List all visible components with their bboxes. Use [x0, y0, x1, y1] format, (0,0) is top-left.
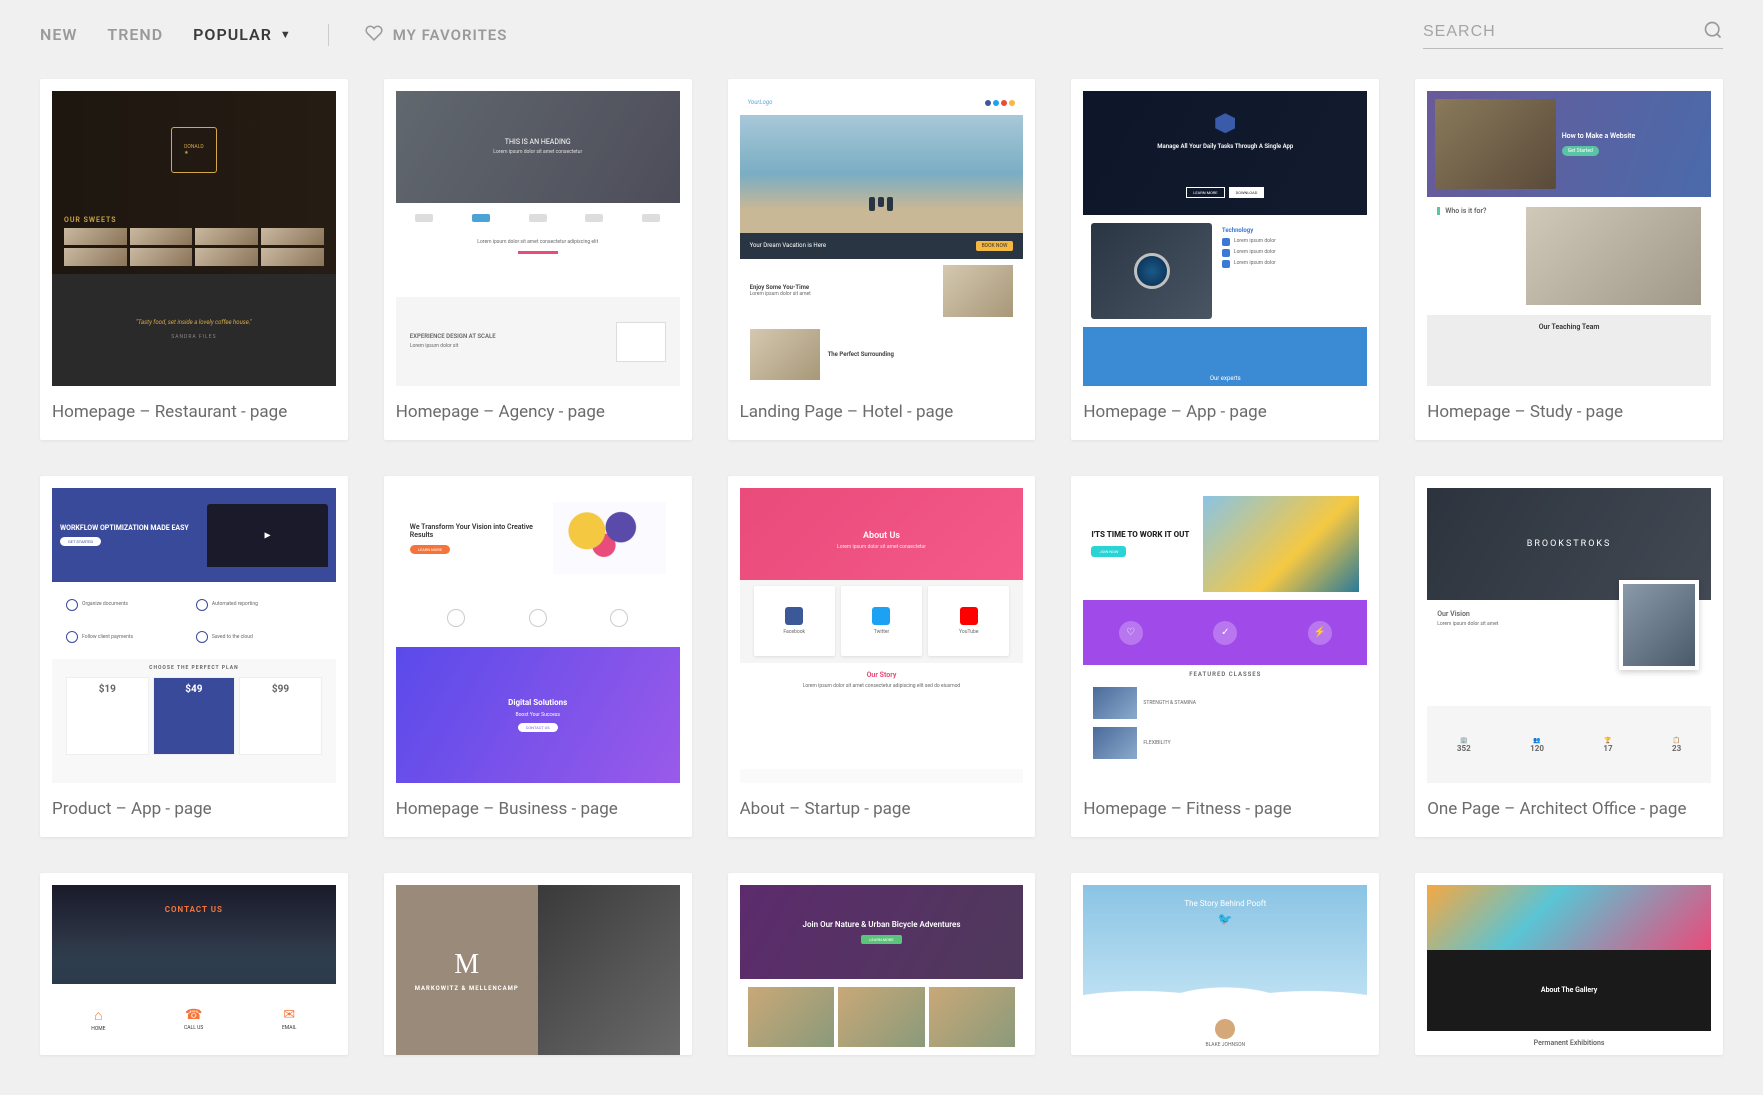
template-title: Homepage – Fitness - page — [1071, 783, 1379, 837]
template-thumbnail: About UsLorem ipsum dolor sit amet conse… — [740, 488, 1024, 783]
template-card[interactable]: Manage All Your Daily Tasks Through A Si… — [1071, 79, 1379, 440]
template-card[interactable]: We Transform Your Vision into Creative R… — [384, 476, 692, 837]
tab-new[interactable]: NEW — [40, 25, 77, 44]
tab-divider — [328, 24, 329, 46]
template-card[interactable]: YourLogo Your Dream Vacation is HereBOOK… — [728, 79, 1036, 440]
template-title: Homepage – Study - page — [1415, 386, 1723, 440]
template-thumbnail: How to Make a WebsiteGet Started Who is … — [1427, 91, 1711, 386]
template-title: Homepage – App - page — [1071, 386, 1379, 440]
template-card[interactable]: Join Our Nature & Urban Bicycle Adventur… — [728, 873, 1036, 1055]
caret-down-icon: ▼ — [280, 28, 292, 41]
template-thumbnail: Join Our Nature & Urban Bicycle Adventur… — [740, 885, 1024, 1055]
tab-trend[interactable]: TREND — [107, 25, 163, 44]
template-thumbnail: MMARKOWITZ & MELLENCAMP — [396, 885, 680, 1055]
template-title: One Page – Architect Office - page — [1415, 783, 1723, 837]
template-thumbnail: We Transform Your Vision into Creative R… — [396, 488, 680, 783]
nav-tabs: NEW TREND POPULAR ▼ MY FAVORITES — [40, 24, 507, 46]
template-card[interactable]: BROOKSTROKS Our VisionLorem ipsum dolor … — [1415, 476, 1723, 837]
template-thumbnail: WORKFLOW OPTIMIZATION MADE EASYGET START… — [52, 488, 336, 783]
template-card[interactable]: MMARKOWITZ & MELLENCAMP — [384, 873, 692, 1055]
template-title: Product – App - page — [40, 783, 348, 837]
template-card[interactable]: How to Make a WebsiteGet Started Who is … — [1415, 79, 1723, 440]
template-card[interactable]: DONALD★ OUR SWEETS "Tasty food, set insi… — [40, 79, 348, 440]
template-thumbnail: BROOKSTROKS Our VisionLorem ipsum dolor … — [1427, 488, 1711, 783]
tab-popular[interactable]: POPULAR ▼ — [193, 25, 292, 44]
template-thumbnail: Manage All Your Daily Tasks Through A Si… — [1083, 91, 1367, 386]
template-card[interactable]: About UsLorem ipsum dolor sit amet conse… — [728, 476, 1036, 837]
template-card[interactable]: WORKFLOW OPTIMIZATION MADE EASYGET START… — [40, 476, 348, 837]
template-card[interactable]: CONTACT US⌂HOME☎CALL US✉EMAIL — [40, 873, 348, 1055]
template-thumbnail: CONTACT US⌂HOME☎CALL US✉EMAIL — [52, 885, 336, 1055]
favorites-label: MY FAVORITES — [393, 26, 508, 44]
template-card[interactable]: About The GalleryPermanent Exhibitions — [1415, 873, 1723, 1055]
template-thumbnail: YourLogo Your Dream Vacation is HereBOOK… — [740, 91, 1024, 386]
template-title: Homepage – Business - page — [384, 783, 692, 837]
template-thumbnail: DONALD★ OUR SWEETS "Tasty food, set insi… — [52, 91, 336, 386]
template-card[interactable]: The Story Behind Pooft🐦BLAKE JOHNSON — [1071, 873, 1379, 1055]
template-thumbnail: THIS IS AN HEADINGLorem ipsum dolor sit … — [396, 91, 680, 386]
header-bar: NEW TREND POPULAR ▼ MY FAVORITES — [0, 0, 1763, 79]
template-title: Homepage – Agency - page — [384, 386, 692, 440]
template-thumbnail: About The GalleryPermanent Exhibitions — [1427, 885, 1711, 1055]
search-icon — [1703, 20, 1723, 44]
tab-popular-label: POPULAR — [193, 25, 272, 44]
template-title: About – Startup - page — [728, 783, 1036, 837]
template-card[interactable]: I'TS TIME TO WORK IT OUTJOIN NOW ♡✓⚡ FEA… — [1071, 476, 1379, 837]
template-thumbnail: The Story Behind Pooft🐦BLAKE JOHNSON — [1083, 885, 1367, 1055]
template-title: Landing Page – Hotel - page — [728, 386, 1036, 440]
template-thumbnail: I'TS TIME TO WORK IT OUTJOIN NOW ♡✓⚡ FEA… — [1083, 488, 1367, 783]
favorites-link[interactable]: MY FAVORITES — [365, 24, 508, 46]
template-grid: DONALD★ OUR SWEETS "Tasty food, set insi… — [0, 79, 1763, 1095]
template-card[interactable]: THIS IS AN HEADINGLorem ipsum dolor sit … — [384, 79, 692, 440]
template-title: Homepage – Restaurant - page — [40, 386, 348, 440]
search-input[interactable] — [1423, 23, 1703, 41]
heart-icon — [365, 24, 383, 46]
search-box[interactable] — [1423, 20, 1723, 49]
